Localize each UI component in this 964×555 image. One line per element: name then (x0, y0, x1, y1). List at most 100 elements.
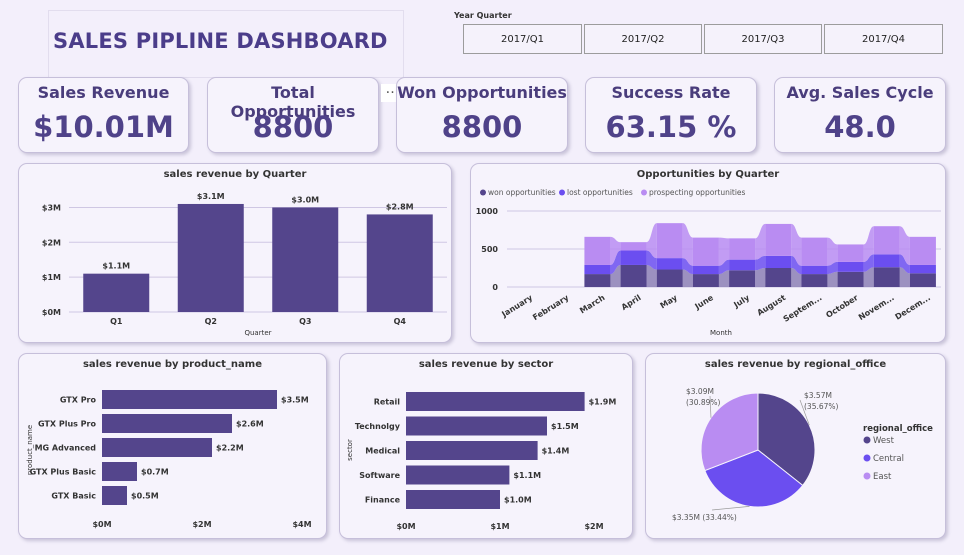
opportunities-by-quarter-chart[interactable]: won opportunities lost opportunities prosp… (471, 164, 945, 342)
kpi-label: Won Opportunities (397, 83, 567, 102)
bar (102, 486, 127, 505)
ribbon-segment (801, 265, 828, 275)
kpi-label: Success Rate (611, 83, 731, 102)
kpi-card-success-rate: Success Rate 63.15 % (585, 77, 757, 153)
ribbon-segment (729, 238, 756, 260)
title-box: SALES PIPLINE DASHBOARD (48, 10, 404, 78)
x-tick-label: February (531, 293, 571, 323)
x-axis-title: Quarter (244, 329, 271, 337)
data-label: $1.9M (589, 398, 617, 407)
y-tick-label: Medical (365, 447, 400, 456)
ribbon-segment (620, 264, 647, 287)
kpi-card-sales-revenue: Sales Revenue $10.01M (18, 77, 189, 153)
bar (272, 207, 339, 312)
data-label: $1.0M (504, 496, 532, 505)
kpi-value: 63.15 % (605, 110, 737, 144)
x-tick-label: Septem... (782, 293, 824, 324)
ribbon-segment (765, 268, 792, 287)
x-tick-label: March (578, 293, 607, 315)
bar (102, 462, 137, 481)
ribbon-segment (873, 267, 900, 287)
ribbon-segment (656, 223, 683, 259)
ribbon-segment (909, 236, 936, 265)
y-tick-label: 500 (481, 245, 498, 254)
y-tick-label: GTX Pro (60, 396, 97, 405)
data-label: $0.7M (141, 468, 169, 477)
x-tick-label: $1M (490, 522, 509, 531)
revenue-by-sector-panel: sales revenue by sector Retail $1.9M Techn… (339, 353, 633, 539)
ribbon-segment (837, 244, 864, 262)
legend-marker (863, 454, 871, 462)
x-tick-label: October (824, 293, 859, 320)
slicer-option-q4[interactable]: 2017/Q4 (824, 24, 943, 54)
y-axis-title: product_name (26, 425, 34, 475)
ribbon-segment (909, 273, 936, 287)
data-label: $2.8M (386, 202, 414, 211)
x-axis-title: Month (710, 329, 732, 337)
ribbon-segment (656, 269, 683, 287)
x-tick-label: Novem... (857, 293, 896, 322)
data-label: $1.1M (513, 471, 541, 480)
bar (366, 214, 433, 312)
slicer-option-q3[interactable]: 2017/Q3 (704, 24, 822, 54)
revenue-by-region-panel: sales revenue by regional_office $3.57M(… (645, 353, 946, 539)
revenue-by-region-chart[interactable]: $3.57M (35.67%) $3.35M (33.44%) $3.09M (30.8… (646, 354, 945, 538)
ribbon-segment (765, 255, 792, 268)
x-tick-label: January (499, 293, 534, 320)
bar (177, 203, 244, 312)
revenue-by-sector-chart[interactable]: Retail $1.9M Technolgy $1.5M Medical $1.4M Sof… (340, 354, 632, 538)
bar (406, 416, 547, 436)
ribbon-segment (873, 254, 900, 268)
ribbon-segment (584, 274, 611, 287)
ribbon (827, 237, 838, 266)
y-tick-label: Software (359, 471, 400, 480)
slice-percent-label: (30.89%) (686, 398, 721, 407)
y-tick-label: GTX Plus Basic (30, 468, 97, 477)
legend-title: regional_office (863, 424, 933, 434)
slicer-option-q2[interactable]: 2017/Q2 (584, 24, 702, 54)
ribbon-segment (729, 270, 756, 287)
leader-line (711, 506, 750, 511)
revenue-by-quarter-chart[interactable]: $0M $1M $2M $3M $1.1M Q1 $3.1M Q2 $3.0M Q3 $2.8M Q4… (19, 164, 451, 342)
x-tick-label: Decem... (894, 293, 932, 322)
kpi-card-total-opportunities: Total Opportunities 8800 (207, 77, 379, 153)
bar (83, 273, 150, 312)
x-tick-label: Q4 (394, 317, 407, 326)
data-label: $1.4M (542, 447, 570, 456)
legend-marker (641, 189, 647, 196)
bar (102, 390, 277, 409)
data-label: $2.6M (236, 420, 264, 429)
ribbon-segment (620, 250, 647, 265)
y-tick-label: 0 (492, 283, 498, 292)
x-tick-label: May (658, 293, 679, 311)
y-tick-label: GTX Plus Pro (38, 420, 96, 429)
opportunities-by-quarter-panel: Opportunities by Quarter won opportuniti… (470, 163, 946, 343)
bar (102, 438, 212, 457)
y-tick-label: Finance (365, 496, 401, 505)
slicer-label: Year Quarter (454, 11, 512, 20)
bar (406, 441, 538, 460)
slice-value-label: $3.35M (33.44%) (672, 513, 737, 522)
y-tick-label: 1000 (476, 207, 499, 216)
legend-label: prospecting opportunities (649, 188, 746, 197)
ribbon-segment (692, 237, 719, 266)
ribbon-segment (909, 264, 936, 274)
ribbon-segment (873, 226, 900, 255)
data-label: $3.5M (281, 396, 309, 405)
ribbon-segment (692, 274, 719, 287)
slicer-option-q1[interactable]: 2017/Q1 (463, 24, 582, 54)
bar (102, 414, 232, 433)
kpi-value: 8800 (441, 110, 523, 144)
legend-label: Central (873, 454, 904, 464)
ribbon-segment (584, 236, 611, 265)
revenue-by-product-chart[interactable]: GTX Pro $3.5M GTX Plus Pro $2.6M MG Advanced… (19, 354, 326, 538)
dashboard-title: SALES PIPLINE DASHBOARD (53, 29, 388, 53)
revenue-by-quarter-panel: sales revenue by Quarter $0M $1M $2M $3M $1.… (18, 163, 452, 343)
x-tick-label: $0M (92, 520, 111, 529)
x-tick-label: Q1 (110, 317, 123, 326)
slice-percent-label: (35.67%) (804, 402, 839, 411)
bar (406, 465, 510, 485)
kpi-card-avg-sales-cycle: Avg. Sales Cycle 48.0 (774, 77, 946, 153)
x-tick-label: $4M (292, 520, 311, 529)
legend-marker (863, 436, 871, 444)
